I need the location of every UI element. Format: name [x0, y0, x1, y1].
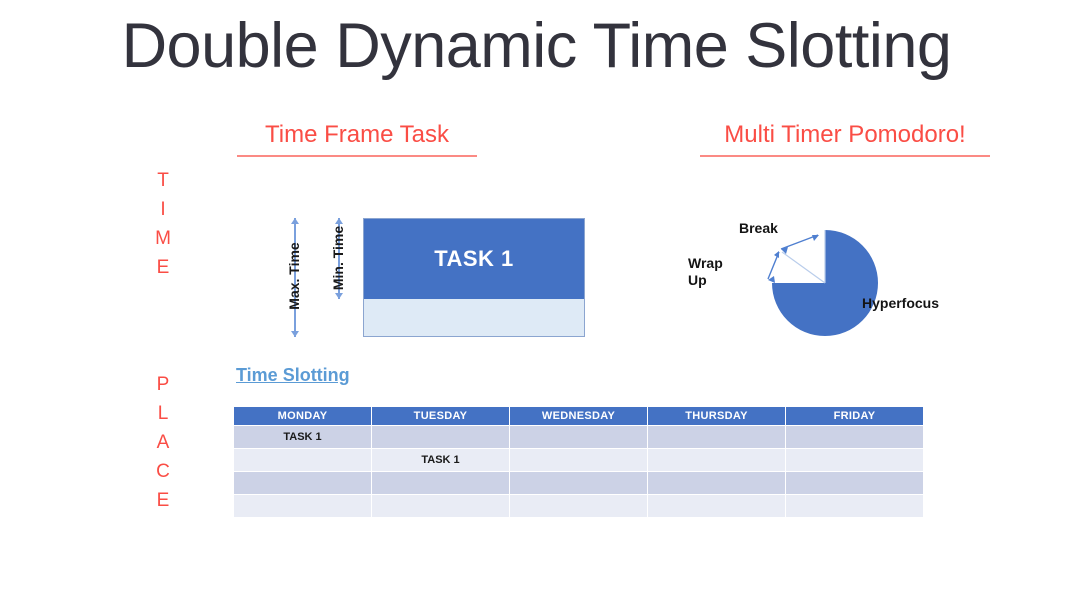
section-heading-underline	[700, 155, 990, 157]
axis-letter: E	[156, 490, 170, 511]
pie-chart-svg	[767, 230, 878, 336]
table-cell[interactable]: TASK 1	[372, 449, 509, 471]
table-cell[interactable]	[648, 472, 785, 494]
table-row	[234, 472, 923, 494]
max-time-measure-arrow: Max. Time	[286, 218, 303, 337]
page-title: Double Dynamic Time Slotting	[121, 11, 952, 81]
axis-letter: P	[156, 374, 170, 395]
pie-label-wrap-up-line1: Wrap	[688, 255, 723, 271]
table-cell[interactable]	[372, 495, 509, 517]
table-cell[interactable]	[648, 426, 785, 448]
min-time-label: Min. Time	[330, 225, 346, 291]
axis-word-time: T I M E	[143, 166, 183, 282]
axis-letter: I	[160, 199, 166, 220]
section-heading-underline	[237, 155, 477, 157]
table-cell[interactable]	[648, 495, 785, 517]
table-cell[interactable]	[648, 449, 785, 471]
pie-label-hyperfocus: Hyperfocus	[862, 295, 940, 311]
axis-letter: L	[157, 403, 169, 424]
arrowhead-up-icon	[291, 218, 299, 224]
table-cell[interactable]	[234, 472, 371, 494]
table-row	[234, 495, 923, 517]
section-heading-multi-timer-pomodoro: Multi Timer Pomodoro!	[700, 120, 990, 157]
table-cell[interactable]: TASK 1	[234, 426, 371, 448]
table-cell[interactable]	[786, 472, 923, 494]
pie-label-wrap-up: Wrap Up	[688, 255, 723, 289]
time-frame-task-diagram: Max. Time Min. Time TASK 1	[283, 206, 593, 351]
axis-letter: M	[155, 228, 171, 249]
section-heading-time-frame-task: Time Frame Task	[237, 120, 477, 157]
table-cell[interactable]	[786, 449, 923, 471]
axis-word-place: P L A C E	[143, 370, 183, 515]
time-slotting-table: MONDAY TUESDAY WEDNESDAY THURSDAY FRIDAY…	[233, 406, 924, 518]
min-time-measure-arrow: Min. Time	[330, 218, 347, 299]
pie-label-wrap-up-line2: Up	[688, 272, 707, 288]
section-heading-multi-timer-pomodoro-text: Multi Timer Pomodoro!	[724, 121, 966, 148]
column-header-thursday: THURSDAY	[648, 407, 785, 425]
table-cell[interactable]	[786, 426, 923, 448]
table-cell[interactable]	[234, 495, 371, 517]
column-header-monday: MONDAY	[234, 407, 371, 425]
task-block: TASK 1	[363, 218, 585, 337]
table-header-row: MONDAY TUESDAY WEDNESDAY THURSDAY FRIDAY	[234, 407, 923, 425]
table-row: TASK 1	[234, 426, 923, 448]
table-cell[interactable]	[510, 426, 647, 448]
axis-letter: T	[157, 170, 169, 191]
table-cell[interactable]	[510, 472, 647, 494]
task-block-buffer-portion	[364, 298, 584, 336]
pie-label-break: Break	[739, 220, 778, 236]
table-cell[interactable]	[372, 472, 509, 494]
arrowhead-down-icon	[291, 331, 299, 337]
axis-letter: C	[156, 461, 170, 482]
table-cell[interactable]	[234, 449, 371, 471]
column-header-wednesday: WEDNESDAY	[510, 407, 647, 425]
table-cell[interactable]	[510, 495, 647, 517]
axis-letter: A	[156, 432, 170, 453]
pomodoro-pie-chart: Break Wrap Up Hyperfocus	[680, 205, 980, 360]
table-cell[interactable]	[786, 495, 923, 517]
column-header-tuesday: TUESDAY	[372, 407, 509, 425]
slide-canvas: Double Dynamic Time Slotting Time Frame …	[0, 0, 1073, 602]
axis-letter: E	[156, 257, 170, 278]
max-time-label: Max. Time	[286, 242, 302, 310]
table-cell[interactable]	[510, 449, 647, 471]
section-heading-time-slotting: Time Slotting	[236, 365, 350, 385]
task-block-label: TASK 1	[434, 245, 514, 271]
section-heading-time-frame-task-text: Time Frame Task	[264, 121, 450, 148]
table-row: TASK 1	[234, 449, 923, 471]
table-cell[interactable]	[372, 426, 509, 448]
column-header-friday: FRIDAY	[786, 407, 923, 425]
pie-slice-empty-quadrant	[772, 230, 825, 283]
